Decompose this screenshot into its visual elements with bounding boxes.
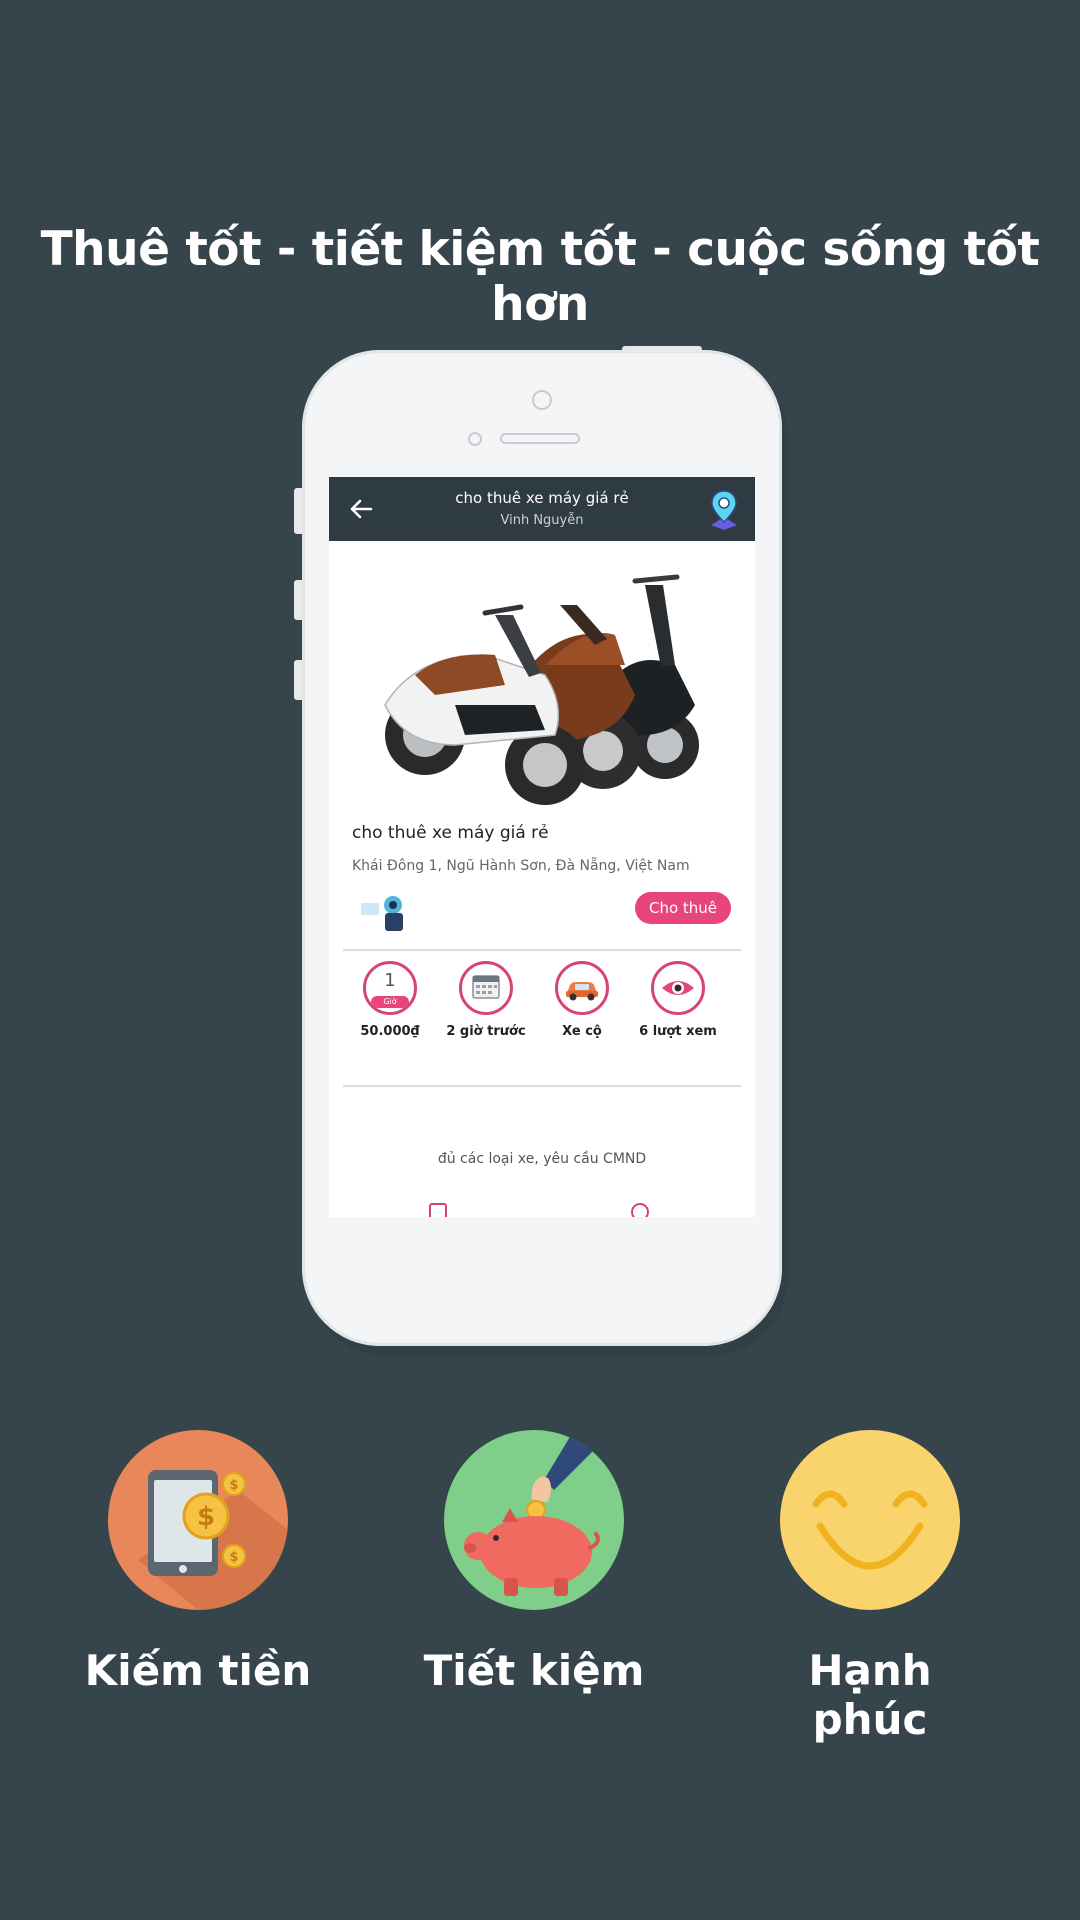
- volume-down-button: [294, 660, 302, 700]
- map-pin-icon[interactable]: [707, 489, 741, 531]
- app-bar-title: cho thuê xe máy giá rẻ: [455, 489, 629, 507]
- motorbike-photo: [384, 574, 699, 805]
- listing-address: Khái Đông 1, Ngũ Hành Sơn, Đà Nẵng, Việt…: [352, 858, 690, 874]
- eye-icon: [651, 961, 705, 1015]
- feature-earn-money-label: Kiếm tiền: [84, 1646, 312, 1695]
- calendar-icon: [459, 961, 513, 1015]
- svg-text:$: $: [229, 1550, 238, 1565]
- stat-price-label: 50.000₫: [360, 1024, 420, 1039]
- feature-earn-money: $ $ $ Kiếm tiền: [78, 1430, 318, 1695]
- svg-text:$: $: [197, 1502, 215, 1532]
- earpiece-speaker: [500, 433, 580, 444]
- feature-saving-label: Tiết kiệm: [423, 1646, 645, 1695]
- bottom-nav-icon[interactable]: [631, 1203, 649, 1217]
- headline: Thuê tốt - tiết kiệm tốt - cuộc sống tốt…: [40, 222, 1040, 332]
- app-bar-subtitle: Vinh Nguyễn: [500, 513, 584, 528]
- smiley-icon: [780, 1430, 960, 1610]
- price-badge-unit: Giờ: [371, 996, 409, 1008]
- bottom-nav-icon[interactable]: [429, 1203, 447, 1217]
- phone-screen: cho thuê xe máy giá rẻ Vinh Nguyễn cho t…: [329, 477, 755, 1217]
- price-badge-number: 1: [384, 970, 396, 991]
- listing-stats: 1 Giờ 50.000₫ 2 giờ trước Xe cộ 6 lượt x…: [339, 961, 745, 1051]
- mute-switch: [294, 488, 302, 534]
- stat-price: 1 Giờ 50.000₫: [343, 961, 437, 1039]
- feature-happiness: Hạnh phúc: [750, 1430, 990, 1744]
- piggy-bank-icon: [444, 1430, 624, 1610]
- phone-money-icon: $ $ $: [108, 1430, 288, 1610]
- svg-text:$: $: [229, 1478, 238, 1493]
- app-bar: cho thuê xe máy giá rẻ Vinh Nguyễn: [329, 477, 755, 541]
- phone-mockup: cho thuê xe máy giá rẻ Vinh Nguyễn cho t…: [294, 346, 782, 1346]
- owner-avatar[interactable]: [359, 893, 411, 933]
- power-button: [622, 346, 702, 352]
- price-per-hour-icon: 1 Giờ: [363, 961, 417, 1015]
- stat-category-label: Xe cộ: [562, 1024, 602, 1039]
- stat-posted: 2 giờ trước: [439, 961, 533, 1039]
- sensor: [468, 432, 482, 446]
- arrow-left-icon[interactable]: [347, 495, 375, 523]
- car-icon: [555, 961, 609, 1015]
- stat-views: 6 lượt xem: [631, 961, 725, 1039]
- feature-saving: Tiết kiệm: [414, 1430, 654, 1695]
- front-camera: [532, 390, 552, 410]
- divider: [343, 1085, 741, 1087]
- feature-happiness-label: Hạnh phúc: [808, 1646, 932, 1744]
- stat-posted-label: 2 giờ trước: [446, 1024, 526, 1039]
- divider: [343, 949, 741, 951]
- volume-up-button: [294, 580, 302, 620]
- stat-views-label: 6 lượt xem: [639, 1024, 717, 1039]
- stat-category: Xe cộ: [535, 961, 629, 1039]
- rent-button[interactable]: Cho thuê: [635, 892, 731, 924]
- listing-title: cho thuê xe máy giá rẻ: [352, 823, 549, 843]
- listing-description: đủ các loại xe, yêu cầu CMND: [437, 1151, 647, 1167]
